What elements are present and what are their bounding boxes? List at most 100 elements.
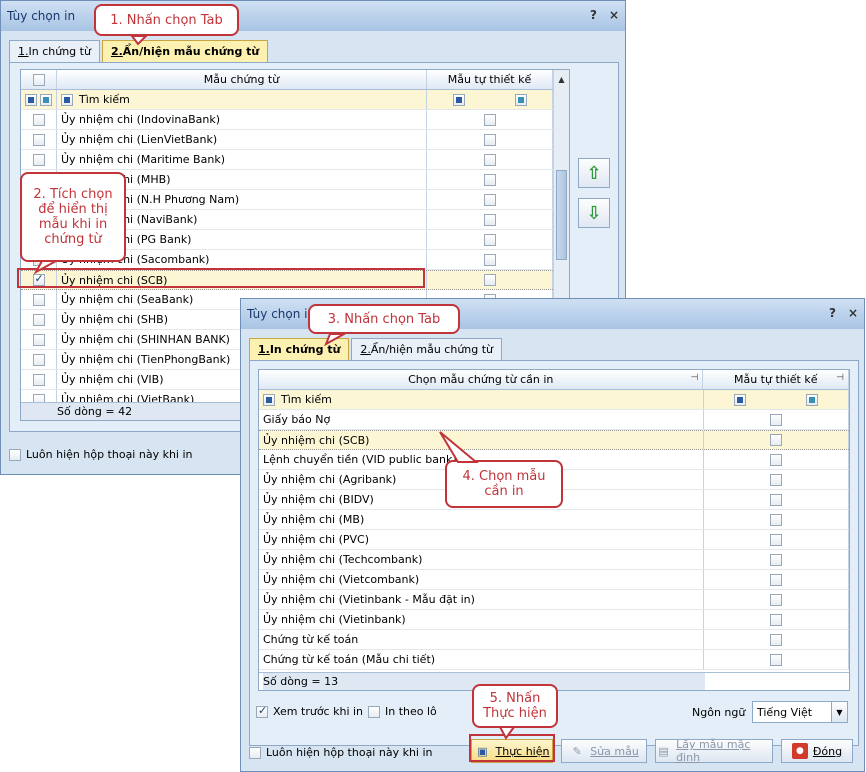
row-checkbox[interactable] — [32, 133, 45, 146]
custom-cell[interactable] — [704, 590, 849, 609]
row-checkbox-cell[interactable] — [21, 290, 57, 309]
help-icon[interactable]: ? — [590, 8, 597, 22]
scroll-up-icon[interactable]: ▲ — [554, 72, 569, 88]
always-show-checkbox[interactable] — [249, 746, 261, 759]
filter-icon[interactable] — [805, 393, 818, 406]
custom-cell[interactable] — [427, 170, 553, 189]
custom-checkbox[interactable] — [769, 434, 782, 446]
always-show-option[interactable]: Luôn hiện hộp thoại này khi in — [249, 746, 433, 759]
custom-cell[interactable] — [704, 610, 849, 629]
custom-checkbox[interactable] — [483, 133, 496, 146]
table-row[interactable]: Ủy nhiệm chi (Vietinbank - Mẫu đặt in) — [259, 590, 849, 610]
select-all-checkbox[interactable] — [32, 73, 45, 86]
table-row[interactable]: Ủy nhiệm chi (MB) — [259, 510, 849, 530]
move-down-button[interactable]: ⇩ — [578, 198, 610, 228]
row-checkbox-cell[interactable] — [21, 310, 57, 329]
tab-show-hide-templates[interactable]: 2. Ẩn/hiện mẫu chứng từ — [351, 338, 503, 360]
table-row[interactable]: Ủy nhiệm chi (PVC) — [259, 530, 849, 550]
row-checkbox-cell[interactable] — [21, 330, 57, 349]
row-checkbox[interactable] — [32, 153, 45, 166]
search-cell[interactable]: Tìm kiếm — [259, 390, 704, 409]
table-row[interactable]: Giấy báo Nợ — [259, 410, 849, 430]
custom-checkbox[interactable] — [769, 513, 782, 526]
table-row[interactable]: Ủy nhiệm chi (IndovinaBank) — [21, 110, 569, 130]
row-checkbox[interactable] — [32, 353, 45, 366]
custom-cell[interactable] — [704, 650, 849, 669]
custom-checkbox[interactable] — [483, 213, 496, 226]
custom-cell[interactable] — [427, 110, 553, 129]
edit-template-button[interactable]: ✎ Sửa mẫu — [561, 739, 647, 763]
custom-cell[interactable] — [704, 530, 849, 549]
custom-checkbox[interactable] — [483, 253, 496, 266]
filter-icon[interactable] — [452, 93, 465, 106]
custom-cell[interactable] — [427, 130, 553, 149]
table-row[interactable]: Ủy nhiệm chi (Techcombank) — [259, 550, 849, 570]
custom-checkbox[interactable] — [769, 633, 782, 646]
table-row[interactable]: Chứng từ kế toán (Mẫu chi tiết) — [259, 650, 849, 670]
help-icon[interactable]: ? — [829, 306, 836, 320]
default-template-button[interactable]: ▤ Lấy mẫu mặc định — [655, 738, 773, 764]
custom-checkbox[interactable] — [769, 453, 782, 466]
table-row[interactable]: Ủy nhiệm chi (LienVietBank) — [21, 130, 569, 150]
row-checkbox[interactable] — [32, 113, 45, 126]
table-row[interactable]: Ủy nhiệm chi (Vietinbank) — [259, 610, 849, 630]
preview-checkbox[interactable] — [256, 704, 268, 718]
custom-checkbox[interactable] — [483, 113, 496, 126]
custom-cell[interactable] — [427, 230, 553, 249]
custom-cell[interactable] — [427, 190, 553, 209]
custom-cell[interactable] — [704, 490, 849, 509]
row-checkbox-cell[interactable] — [21, 370, 57, 389]
search-cell[interactable]: Tìm kiếm — [57, 90, 427, 109]
close-icon[interactable]: × — [609, 8, 619, 22]
custom-cell[interactable] — [704, 410, 849, 429]
custom-cell[interactable] — [427, 150, 553, 169]
custom-cell[interactable] — [704, 570, 849, 589]
table-row[interactable]: Ủy nhiệm chi (SCB) — [259, 430, 849, 450]
custom-checkbox[interactable] — [483, 233, 496, 246]
custom-checkbox[interactable] — [483, 193, 496, 206]
table-row[interactable]: Ủy nhiệm chi (Maritime Bank) — [21, 150, 569, 170]
custom-cell[interactable] — [427, 271, 553, 289]
filter-icon[interactable] — [40, 93, 52, 106]
tab-print-voucher[interactable]: 1. In chứng từ — [9, 40, 100, 62]
row-checkbox[interactable] — [32, 293, 45, 306]
chevron-down-icon[interactable]: ▼ — [831, 702, 847, 722]
custom-cell[interactable] — [704, 510, 849, 529]
row-checkbox-cell[interactable] — [21, 350, 57, 369]
custom-checkbox[interactable] — [769, 653, 782, 666]
custom-checkbox[interactable] — [769, 613, 782, 626]
custom-cell[interactable] — [704, 470, 849, 489]
row-checkbox-cell[interactable] — [21, 110, 57, 129]
custom-checkbox[interactable] — [483, 153, 496, 166]
pin-icon[interactable]: ⊣ — [691, 373, 699, 383]
filter-icon[interactable] — [514, 93, 527, 106]
custom-cell[interactable] — [704, 630, 849, 649]
pin-icon[interactable]: ⊣ — [836, 373, 844, 383]
always-show-option[interactable]: Luôn hiện hộp thoại này khi in — [9, 448, 193, 461]
preview-option[interactable]: Xem trước khi in — [256, 704, 363, 718]
custom-checkbox[interactable] — [483, 274, 496, 286]
batch-option[interactable]: In theo lô — [368, 705, 437, 718]
move-up-button[interactable]: ⇧ — [578, 158, 610, 188]
row-checkbox[interactable] — [32, 313, 45, 326]
always-show-checkbox[interactable] — [9, 448, 21, 461]
batch-checkbox[interactable] — [368, 705, 380, 718]
custom-checkbox[interactable] — [769, 573, 782, 586]
custom-checkbox[interactable] — [769, 413, 782, 426]
custom-checkbox[interactable] — [769, 533, 782, 546]
custom-cell[interactable] — [704, 550, 849, 569]
close-icon[interactable]: × — [848, 306, 858, 320]
row-checkbox[interactable] — [32, 373, 45, 386]
row-checkbox[interactable] — [32, 333, 45, 346]
search-filter-icon[interactable] — [263, 393, 275, 406]
custom-checkbox[interactable] — [769, 493, 782, 506]
custom-checkbox[interactable] — [769, 553, 782, 566]
custom-cell[interactable] — [704, 431, 849, 449]
custom-checkbox[interactable] — [769, 593, 782, 606]
custom-cell[interactable] — [704, 450, 849, 469]
custom-checkbox[interactable] — [483, 173, 496, 186]
scroll-thumb[interactable] — [556, 170, 567, 260]
table-row[interactable]: Chứng từ kế toán — [259, 630, 849, 650]
tab-print-voucher[interactable]: 1. In chứng từ — [249, 338, 350, 360]
filter-icon[interactable] — [733, 393, 746, 406]
